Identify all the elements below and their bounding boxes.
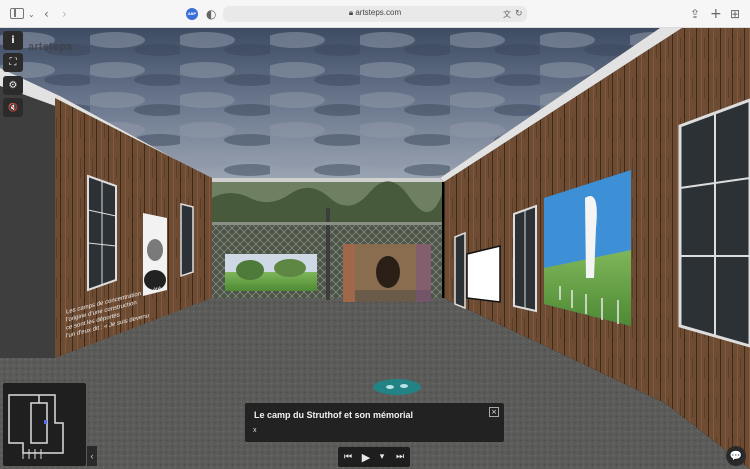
artwork-caption: Le camp du Struthof et son mémorial x × <box>245 403 504 442</box>
fullscreen-button[interactable]: ⛶ <box>3 53 23 72</box>
play-button[interactable]: ▶ <box>358 449 374 465</box>
share-icon[interactable]: ⇪ <box>690 6 700 22</box>
caption-body: x <box>253 427 257 434</box>
reload-icon[interactable]: ↻ <box>515 6 523 22</box>
settings-button[interactable]: ⚙ <box>3 76 23 95</box>
chevron-down-icon[interactable]: ⌄ <box>28 6 35 22</box>
mute-icon: 🔇 <box>8 103 18 112</box>
caption-title: Le camp du Struthof et son mémorial <box>254 410 414 420</box>
minimap-collapse-button[interactable]: ‹ <box>87 446 97 466</box>
gear-icon: ⚙ <box>8 80 18 91</box>
address-bar[interactable]: 🔒︎ artsteps.com 文 ↻ <box>223 6 527 22</box>
tour-controls: ⏮ ▶ ▾ ⏭ <box>338 447 410 467</box>
extension-badge[interactable]: ABP <box>186 8 198 20</box>
left-column <box>0 86 55 358</box>
viewport: ⌄ ‹ › ABP ◐ 🔒︎ artsteps.com 文 ↻ ⇪ + ⊞ Le… <box>0 0 750 469</box>
browser-toolbar: ⌄ ‹ › ABP ◐ 🔒︎ artsteps.com 文 ↻ ⇪ + ⊞ <box>0 0 750 28</box>
brand-logo: artsteps <box>28 41 73 53</box>
left-window-2 <box>180 203 194 278</box>
shield-icon[interactable]: ◐ <box>206 6 216 22</box>
right-window-1 <box>454 231 466 310</box>
forward-icon[interactable]: › <box>62 6 67 22</box>
chat-icon: 💬 <box>729 450 743 462</box>
new-tab-icon[interactable]: + <box>710 6 722 22</box>
previous-button[interactable]: ⏮ <box>340 449 356 465</box>
translate-icon[interactable]: 文 <box>503 6 511 22</box>
back-icon[interactable]: ‹ <box>44 6 49 22</box>
footprints-marker <box>373 379 421 395</box>
tabs-grid-icon[interactable]: ⊞ <box>730 6 740 22</box>
chat-button[interactable]: 💬 <box>726 446 746 466</box>
blank-artwork <box>466 245 501 303</box>
lock-icon: 🔒︎ <box>348 8 354 17</box>
minimap[interactable] <box>3 383 86 466</box>
caption-close-button[interactable]: × <box>489 407 499 417</box>
sidebar-icon[interactable] <box>10 8 24 19</box>
minimap-floorplan <box>8 394 64 459</box>
next-button[interactable]: ⏭ <box>392 449 408 465</box>
url-text: 🔒︎ artsteps.com <box>223 8 527 18</box>
info-button[interactable]: i <box>3 31 23 50</box>
tour-menu-button[interactable]: ▾ <box>376 449 388 465</box>
mute-button[interactable]: 🔇 <box>3 98 23 117</box>
fullscreen-icon: ⛶ <box>9 57 17 68</box>
url-value: artsteps.com <box>355 8 402 17</box>
minimap-position-marker <box>44 420 47 424</box>
